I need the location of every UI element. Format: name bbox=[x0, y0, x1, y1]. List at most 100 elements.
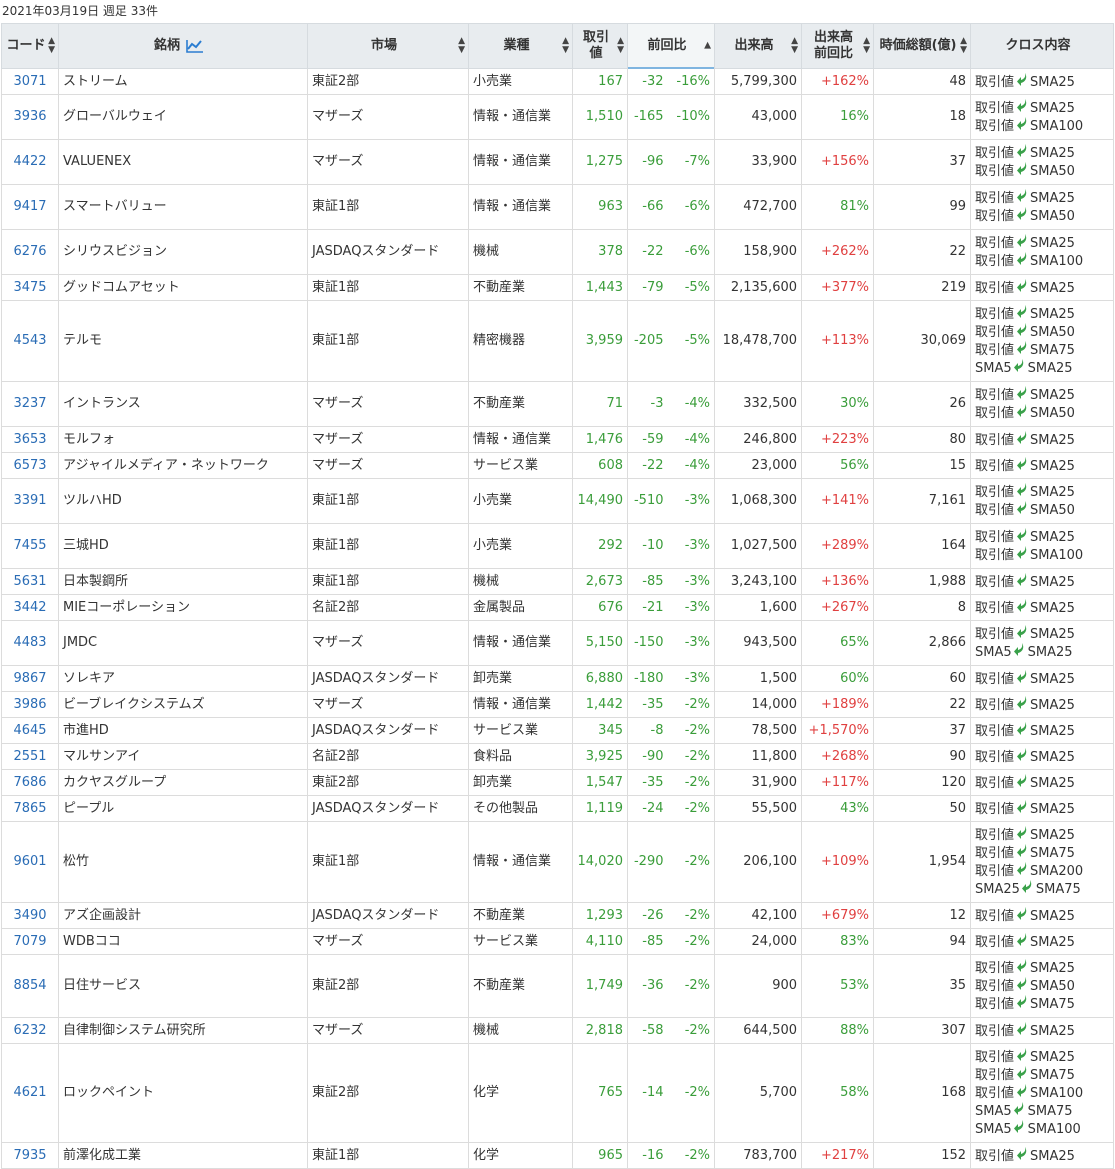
cross-from: 取引値 bbox=[975, 119, 1015, 134]
table-row[interactable]: 9601 松竹 東証1部 情報・通信業 14,020 -290 -2% 206,100 +109… bbox=[1, 821, 1115, 903]
table-body: 3071 ストリーム 東証2部 小売業 167 -32 -16% 5,799,300 +162%… bbox=[1, 68, 1115, 1169]
cross-down-arrow-icon bbox=[1016, 844, 1028, 863]
volume-ratio: 60% bbox=[801, 665, 875, 692]
stock-name: VALUENEX bbox=[58, 139, 308, 185]
table-row[interactable]: 4422 VALUENEX マザーズ 情報・通信業 1,275 -96 -7% 33,900 +… bbox=[1, 139, 1115, 185]
col-header-market[interactable]: 市場 ▲ ▼ bbox=[307, 23, 469, 69]
table-row[interactable]: 6276 シリウスビジョン JASDAQスタンダード 機械 378 -22 -6% 158,9… bbox=[1, 229, 1115, 275]
stock-code-link[interactable]: 4645 bbox=[13, 723, 46, 738]
table-row[interactable]: 9867 ソレキア JASDAQスタンダード 卸売業 6,880 -180 -3% 1,500… bbox=[1, 665, 1115, 692]
stock-code-link[interactable]: 3442 bbox=[13, 600, 46, 615]
table-row[interactable]: 7865 ピープル JASDAQスタンダード その他製品 1,119 -24 -2% 55,5… bbox=[1, 795, 1115, 822]
table-row[interactable]: 7079 WDBココ マザーズ サービス業 4,110 -85 -2% 24,000 83% 94… bbox=[1, 928, 1115, 955]
table-row[interactable]: 4621 ロックペイント 東証2部 化学 765 -14 -2% 5,700 58% 168 取引値… bbox=[1, 1043, 1115, 1143]
chart-icon[interactable] bbox=[186, 39, 204, 53]
cross-line: 取引値 SMA25 bbox=[975, 483, 1113, 501]
col-header-volume-ratio[interactable]: 出来高 前回比 ▲ ▼ bbox=[801, 23, 875, 69]
stock-code-link[interactable]: 3391 bbox=[13, 493, 46, 508]
stock-code-link[interactable]: 7079 bbox=[13, 934, 46, 949]
code-cell: 4543 bbox=[1, 300, 59, 382]
change-value: -3 bbox=[627, 381, 670, 427]
cross-from: 取引値 bbox=[975, 723, 1015, 739]
stock-code-link[interactable]: 4422 bbox=[13, 154, 46, 169]
cross-line: 取引値 SMA50 bbox=[975, 323, 1113, 341]
stock-code-link[interactable]: 9417 bbox=[13, 199, 46, 214]
table-row[interactable]: 3475 グッドコムアセット 東証1部 不動産業 1,443 -79 -5% 2,135,60… bbox=[1, 274, 1115, 301]
stock-code-link[interactable]: 3237 bbox=[13, 396, 46, 411]
market-cap: 307 bbox=[873, 1017, 972, 1044]
stock-code-link[interactable]: 6232 bbox=[13, 1023, 46, 1038]
cross-down-arrow-icon bbox=[1016, 278, 1028, 298]
table-row[interactable]: 7686 カクヤスグループ 東証2部 卸売業 1,547 -35 -2% 31,900 +117… bbox=[1, 769, 1115, 796]
stock-code-link[interactable]: 3986 bbox=[13, 697, 46, 712]
volume: 18,478,700 bbox=[714, 300, 803, 382]
stock-code-link[interactable]: 4483 bbox=[13, 635, 46, 650]
stock-code-link[interactable]: 4621 bbox=[13, 1085, 46, 1100]
table-row[interactable]: 3490 アズ企画設計 JASDAQスタンダード 不動産業 1,293 -26 -2% 42,… bbox=[1, 902, 1115, 929]
table-row[interactable]: 3237 イントランス マザーズ 不動産業 71 -3 -4% 332,500 30% 26 取引値… bbox=[1, 381, 1115, 427]
table-row[interactable]: 5631 日本製鋼所 東証1部 機械 2,673 -85 -3% 3,243,100 +136%… bbox=[1, 568, 1115, 595]
industry: サービス業 bbox=[468, 717, 573, 744]
industry: 卸売業 bbox=[468, 665, 573, 692]
stock-code-link[interactable]: 7455 bbox=[13, 538, 46, 553]
market: マザーズ bbox=[307, 620, 469, 666]
col-header-change[interactable]: 前回比 ▲ bbox=[626, 23, 716, 70]
sort-both-icon: ▲ ▼ bbox=[791, 36, 799, 55]
table-row[interactable]: 3653 モルフォ マザーズ 情報・通信業 1,476 -59 -4% 246,800 +223… bbox=[1, 426, 1115, 453]
table-row[interactable]: 8854 日住サービス 東証2部 不動産業 1,749 -36 -2% 900 53% 35 取引値… bbox=[1, 954, 1115, 1018]
col-header-code[interactable]: コード ▲ ▼ bbox=[1, 23, 59, 69]
table-row[interactable]: 3936 グローバルウェイ マザーズ 情報・通信業 1,510 -165 -10% 43,00… bbox=[1, 94, 1115, 140]
volume-ratio: 83% bbox=[801, 928, 875, 955]
cross-from: 取引値 bbox=[975, 828, 1015, 843]
col-header-market-cap[interactable]: 時価総額(億) ▲ ▼ bbox=[873, 23, 972, 69]
cross-down-arrow-icon bbox=[1016, 598, 1028, 618]
stock-code-link[interactable]: 9601 bbox=[13, 854, 46, 869]
price: 3,925 bbox=[572, 743, 628, 770]
table-row[interactable]: 4483 JMDC マザーズ 情報・通信業 5,150 -150 -3% 943,500 65%… bbox=[1, 620, 1115, 666]
col-header-name[interactable]: 銘柄 bbox=[58, 23, 308, 69]
table-row[interactable]: 7455 三城HD 東証1部 小売業 292 -10 -3% 1,027,500 +289% 16… bbox=[1, 523, 1115, 569]
cross-line: SMA5 SMA25 bbox=[975, 643, 1113, 661]
stock-code-link[interactable]: 7865 bbox=[13, 801, 46, 816]
market: 東証2部 bbox=[307, 68, 469, 95]
volume: 158,900 bbox=[714, 229, 803, 275]
stock-code-link[interactable]: 3653 bbox=[13, 432, 46, 447]
stock-code-link[interactable]: 3936 bbox=[13, 109, 46, 124]
cross-line: 取引値 SMA25 bbox=[975, 959, 1113, 977]
market: 東証1部 bbox=[307, 523, 469, 569]
stock-code-link[interactable]: 6573 bbox=[13, 458, 46, 473]
table-row[interactable]: 3071 ストリーム 東証2部 小売業 167 -32 -16% 5,799,300 +162%… bbox=[1, 68, 1115, 95]
volume-ratio: 88% bbox=[801, 1017, 875, 1044]
stock-code-link[interactable]: 3490 bbox=[13, 908, 46, 923]
stock-code-link[interactable]: 8854 bbox=[13, 978, 46, 993]
cross-down-arrow-icon bbox=[1014, 643, 1026, 662]
market: マザーズ bbox=[307, 1017, 469, 1044]
stock-code-link[interactable]: 7686 bbox=[13, 775, 46, 790]
stock-code-link[interactable]: 9867 bbox=[13, 671, 46, 686]
table-row[interactable]: 6573 アジャイルメディア・ネットワーク マザーズ サービス業 608 -22 -4% 23… bbox=[1, 452, 1115, 479]
table-row[interactable]: 3986 ビーブレイクシステムズ マザーズ 情報・通信業 1,442 -35 -2% 14,0… bbox=[1, 691, 1115, 718]
stock-code-link[interactable]: 4543 bbox=[13, 333, 46, 348]
stock-code-link[interactable]: 6276 bbox=[13, 244, 46, 259]
table-row[interactable]: 9417 スマートバリュー 東証1部 情報・通信業 963 -66 -6% 472,700 81… bbox=[1, 184, 1115, 230]
cross-cell: 取引値 SMA25 bbox=[970, 795, 1115, 822]
table-row[interactable]: 4645 市進HD JASDAQスタンダード サービス業 345 -8 -2% 78,500 +… bbox=[1, 717, 1115, 744]
stock-code-link[interactable]: 7935 bbox=[13, 1148, 46, 1163]
table-row[interactable]: 3391 ツルハHD 東証1部 小売業 14,490 -510 -3% 1,068,300 +1… bbox=[1, 478, 1115, 524]
table-row[interactable]: 7935 前澤化成工業 東証1部 化学 965 -16 -2% 783,700 +217% 152… bbox=[1, 1142, 1115, 1169]
col-header-price[interactable]: 取引値 ▲ ▼ bbox=[572, 23, 628, 69]
change-value: -59 bbox=[627, 426, 670, 453]
stock-code-link[interactable]: 3071 bbox=[13, 74, 46, 89]
table-row[interactable]: 6232 自律制御システム研究所 マザーズ 機械 2,818 -58 -2% 644,500 8… bbox=[1, 1017, 1115, 1044]
table-row[interactable]: 3442 MIEコーポレーション 名証2部 金属製品 676 -21 -3% 1,600 +26… bbox=[1, 594, 1115, 621]
stock-code-link[interactable]: 2551 bbox=[13, 749, 46, 764]
industry: 小売業 bbox=[468, 523, 573, 569]
table-row[interactable]: 2551 マルサンアイ 名証2部 食料品 3,925 -90 -2% 11,800 +268% 9… bbox=[1, 743, 1115, 770]
table-row[interactable]: 4543 テルモ 東証1部 精密機器 3,959 -205 -5% 18,478,700 +11… bbox=[1, 300, 1115, 382]
stock-code-link[interactable]: 3475 bbox=[13, 280, 46, 295]
col-header-industry[interactable]: 業種 ▲ ▼ bbox=[468, 23, 573, 69]
col-header-volume[interactable]: 出来高 ▲ ▼ bbox=[714, 23, 803, 69]
code-cell: 3475 bbox=[1, 274, 59, 301]
stock-code-link[interactable]: 5631 bbox=[13, 574, 46, 589]
market-cap: 18 bbox=[873, 94, 972, 140]
